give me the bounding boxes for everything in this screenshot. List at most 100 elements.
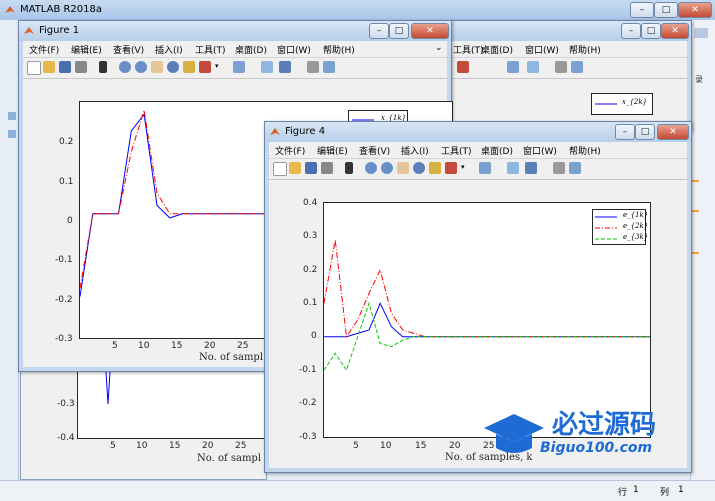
hide-plot-tools-icon[interactable]	[307, 61, 319, 73]
y-tick-label: -0.3	[57, 399, 75, 409]
pointer-icon[interactable]	[345, 162, 353, 174]
new-figure-icon[interactable]	[273, 162, 287, 176]
menu-item-edit[interactable]: 编辑(E)	[317, 144, 348, 157]
hide-plot-tools-icon[interactable]	[553, 162, 565, 174]
menu-item-insert[interactable]: 插入(I)	[155, 43, 183, 56]
save-icon[interactable]	[59, 61, 71, 73]
new-figure-icon[interactable]	[27, 61, 41, 75]
data-cursor-icon[interactable]	[429, 162, 441, 174]
menu-item-window[interactable]: 窗口(W)	[277, 43, 311, 56]
zoom-in-icon[interactable]	[119, 61, 131, 73]
menu-item-window[interactable]: 窗口(W)	[523, 144, 557, 157]
print-icon[interactable]	[75, 61, 87, 73]
figure-back-toolbar	[451, 58, 687, 79]
colorbar-icon[interactable]	[261, 61, 273, 73]
pan-hand-icon[interactable]	[397, 162, 409, 174]
x-tick-label: 20	[204, 341, 216, 351]
app-title: MATLAB R2018a	[20, 4, 103, 15]
series-line-1	[324, 239, 650, 339]
menu-item-view[interactable]: 查看(V)	[359, 144, 390, 157]
rotate-3d-icon[interactable]	[413, 162, 425, 174]
panel-icon	[8, 130, 16, 138]
maximize-button[interactable]: □	[635, 124, 655, 140]
zoom-out-icon[interactable]	[135, 61, 147, 73]
figure1-title: Figure 1	[39, 25, 80, 36]
colorbar-icon[interactable]	[507, 61, 519, 73]
figure2-legend: x_{2k}	[591, 93, 653, 115]
x-tick-label: 15	[169, 441, 181, 451]
series-line	[105, 372, 111, 405]
brush-icon[interactable]	[457, 61, 469, 73]
legend-entry-x2k: x_{2k}	[622, 98, 648, 106]
matlab-logo-icon	[5, 6, 15, 13]
minimize-button[interactable]: –	[630, 2, 654, 18]
figure-back-canvas: x_{2k}	[451, 79, 687, 127]
close-button[interactable]: ✕	[661, 23, 689, 39]
minimize-button[interactable]: –	[369, 23, 389, 39]
show-plot-tools-icon[interactable]	[571, 61, 583, 73]
pan-hand-icon[interactable]	[151, 61, 163, 73]
minimize-button[interactable]: –	[615, 124, 635, 140]
legend-icon[interactable]	[279, 61, 291, 73]
zoom-in-icon[interactable]	[365, 162, 377, 174]
rotate-3d-icon[interactable]	[167, 61, 179, 73]
menu-item-help[interactable]: 帮助(H)	[323, 43, 355, 56]
brush-icon[interactable]	[445, 162, 457, 174]
figure4-title-bar: Figure 4 – □ ✕	[265, 122, 691, 142]
menu-item-edit[interactable]: 编辑(E)	[71, 43, 102, 56]
minimize-button[interactable]: –	[621, 23, 641, 39]
legend-entry-e3k: e_{3k}	[623, 233, 649, 241]
menu-item-file[interactable]: 文件(F)	[275, 144, 305, 157]
pointer-icon[interactable]	[99, 61, 107, 73]
zoom-out-icon[interactable]	[381, 162, 393, 174]
print-icon[interactable]	[321, 162, 333, 174]
figure-window-back[interactable]: – □ ✕ 工具(T) 桌面(D) 窗口(W) 帮助(H) x_{2k}	[450, 20, 692, 132]
link-plot-icon[interactable]	[233, 61, 245, 73]
colorbar-icon[interactable]	[507, 162, 519, 174]
open-file-icon[interactable]	[43, 61, 55, 73]
save-icon[interactable]	[305, 162, 317, 174]
y-tick-label: 0.1	[303, 298, 318, 308]
y-tick-label: -0.1	[55, 255, 73, 265]
col-label: 列	[660, 488, 670, 498]
menu-item-desktop[interactable]: 桌面(D)	[481, 43, 513, 56]
link-plot-icon[interactable]	[479, 162, 491, 174]
menu-item-view[interactable]: 查看(V)	[113, 43, 144, 56]
lower-plot	[105, 372, 111, 405]
show-plot-tools-icon[interactable]	[569, 162, 581, 174]
menu-item-file[interactable]: 文件(F)	[29, 43, 59, 56]
menu-item-tools[interactable]: 工具(T)	[441, 144, 472, 157]
menu-item-help[interactable]: 帮助(H)	[569, 144, 601, 157]
show-plot-tools-icon[interactable]	[323, 61, 335, 73]
menu-item-insert[interactable]: 插入(I)	[401, 144, 429, 157]
close-button[interactable]: ✕	[678, 2, 712, 18]
open-file-icon[interactable]	[289, 162, 301, 174]
x-tick-label: 5	[353, 441, 359, 451]
close-button[interactable]: ✕	[657, 124, 689, 140]
menu-item-desktop[interactable]: 桌面(D)	[481, 144, 513, 157]
menu-item-desktop[interactable]: 桌面(D)	[235, 43, 267, 56]
figure1-menu-bar: 文件(F) 编辑(E) 查看(V) 插入(I) 工具(T) 桌面(D) 窗口(W…	[23, 41, 447, 58]
figure1-title-bar: Figure 1 – □ ✕	[19, 21, 451, 41]
hide-plot-tools-icon[interactable]	[555, 61, 567, 73]
maximize-button[interactable]: □	[654, 2, 678, 18]
legend-icon[interactable]	[525, 162, 537, 174]
figure4-menu-bar: 文件(F) 编辑(E) 查看(V) 插入(I) 工具(T) 桌面(D) 窗口(W…	[269, 142, 687, 159]
brush-icon[interactable]	[199, 61, 211, 73]
menu-item-tools[interactable]: 工具(T)	[453, 43, 484, 56]
legend-icon[interactable]	[527, 61, 539, 73]
menu-item-window[interactable]: 窗口(W)	[525, 43, 559, 56]
data-cursor-icon[interactable]	[183, 61, 195, 73]
maximize-button[interactable]: □	[389, 23, 409, 39]
close-button[interactable]: ✕	[411, 23, 449, 39]
menu-chevron-icon[interactable]: ⌄	[435, 43, 443, 53]
x-tick-label: 25	[237, 341, 249, 351]
panel-icon	[8, 112, 16, 120]
menu-item-help[interactable]: 帮助(H)	[569, 43, 601, 56]
watermark: 必过源码 Biguo100.com	[480, 404, 710, 466]
menu-item-tools[interactable]: 工具(T)	[195, 43, 226, 56]
dropdown-arrow-icon[interactable]: ▾	[215, 62, 219, 70]
dropdown-arrow-icon[interactable]: ▾	[461, 163, 465, 171]
maximize-button[interactable]: □	[641, 23, 661, 39]
figure4-legend: e_{1k} e_{2k} e_{3k}	[592, 209, 649, 245]
